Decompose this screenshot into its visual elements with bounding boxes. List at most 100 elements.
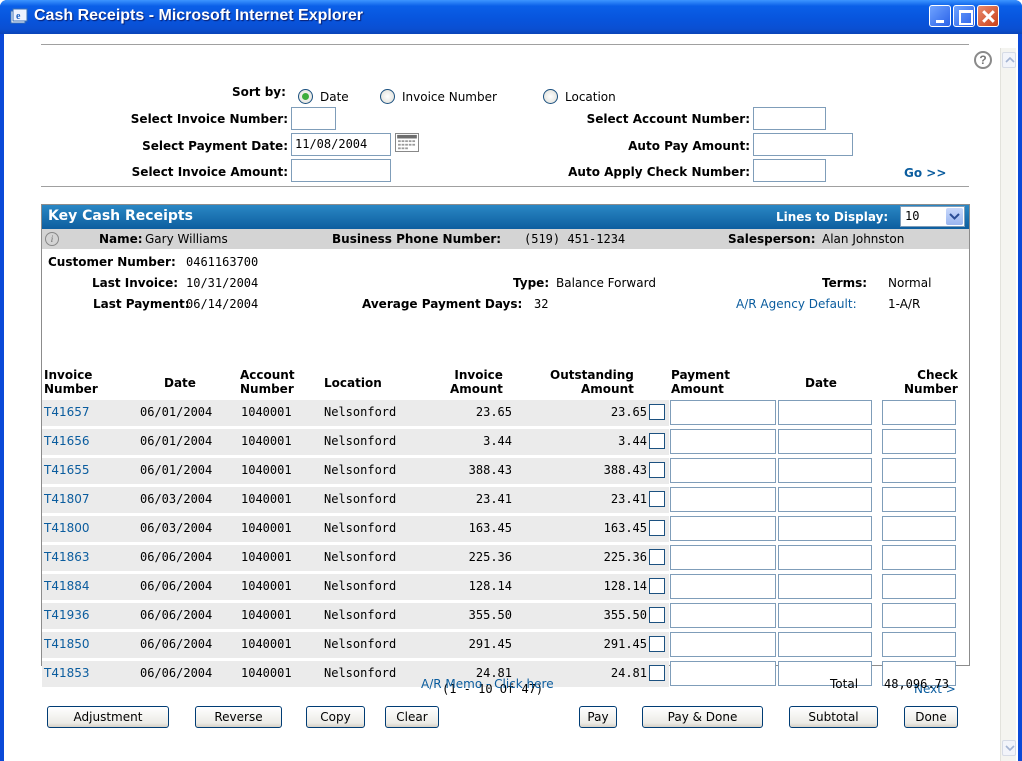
location: Nelsonford: [324, 608, 397, 622]
pay-in-full-checkbox[interactable]: [649, 636, 665, 652]
ar-memo-link[interactable]: A/R Memo - Click here: [421, 677, 554, 691]
payment-amount-input[interactable]: [670, 487, 776, 512]
invoice-number-link[interactable]: T41800: [44, 521, 90, 535]
invoice-number-link[interactable]: T41656: [44, 434, 90, 448]
outstanding-amount: 388.43: [603, 463, 647, 477]
reverse-button[interactable]: Reverse: [195, 706, 282, 728]
sort-date-radio[interactable]: [298, 89, 313, 104]
check-number-input[interactable]: [882, 429, 956, 454]
payment-amount-input[interactable]: [670, 574, 776, 599]
payment-amount-input[interactable]: [670, 545, 776, 570]
invoice-amount: 163.45: [468, 521, 512, 535]
panel-header: Key Cash Receipts Lines to Display: 10: [42, 205, 969, 229]
help-icon[interactable]: ?: [974, 51, 992, 69]
payment-date-input[interactable]: [778, 429, 872, 454]
payment-date-input[interactable]: [778, 400, 872, 425]
info-icon[interactable]: i: [45, 232, 59, 246]
payment-date-input[interactable]: 11/08/2004: [291, 133, 391, 156]
col-header-account-line2: Number: [240, 382, 294, 396]
invoice-amount-input[interactable]: [291, 159, 391, 182]
payment-date-input[interactable]: [778, 632, 872, 657]
payment-date-input[interactable]: [778, 574, 872, 599]
payment-date-input[interactable]: [778, 458, 872, 483]
invoice-number-link[interactable]: T41850: [44, 637, 90, 651]
chevron-down-icon[interactable]: [946, 208, 963, 225]
payment-amount-input[interactable]: [670, 429, 776, 454]
pay-in-full-checkbox[interactable]: [649, 433, 665, 449]
check-number-input[interactable]: [882, 516, 956, 541]
title-bar[interactable]: e Cash Receipts - Microsoft Internet Exp…: [0, 0, 1022, 34]
payment-date-input[interactable]: [778, 603, 872, 628]
table-row: T41884 06/06/2004 1040001 Nelsonford 128.14 1…: [42, 573, 969, 601]
invoice-number-link[interactable]: T41657: [44, 405, 90, 419]
last-payment-date: 06/14/2004: [186, 297, 259, 311]
maximize-button[interactable]: [953, 5, 975, 27]
check-number-input[interactable]: [882, 487, 956, 512]
table-row: T41800 06/03/2004 1040001 Nelsonford 163.45 1…: [42, 515, 969, 543]
minimize-button[interactable]: [929, 5, 951, 27]
pay-in-full-checkbox[interactable]: [649, 462, 665, 478]
check-number-input[interactable]: [882, 400, 956, 425]
scroll-up-arrow[interactable]: [1002, 52, 1016, 68]
invoice-number-link[interactable]: T41863: [44, 550, 90, 564]
pay-in-full-checkbox[interactable]: [649, 520, 665, 536]
pay-and-done-button[interactable]: Pay & Done: [642, 706, 763, 728]
account-number-input[interactable]: [753, 107, 826, 130]
table-row: T41807 06/03/2004 1040001 Nelsonford 23.41 23…: [42, 486, 969, 514]
payment-date-input[interactable]: [778, 545, 872, 570]
auto-pay-amount-input[interactable]: [753, 133, 853, 156]
calendar-icon[interactable]: [395, 133, 419, 152]
pay-in-full-checkbox[interactable]: [649, 491, 665, 507]
payment-amount-input[interactable]: [670, 632, 776, 657]
invoice-number-input[interactable]: [291, 107, 336, 130]
adjustment-button[interactable]: Adjustment: [47, 706, 169, 728]
close-button[interactable]: [977, 5, 999, 27]
subtotal-button[interactable]: Subtotal: [789, 706, 878, 728]
col-header-location: Location: [324, 376, 382, 390]
pay-in-full-checkbox[interactable]: [649, 607, 665, 623]
ar-agency-default-value: 1-A/R: [888, 297, 921, 311]
vertical-scrollbar[interactable]: [1000, 48, 1016, 761]
sort-invoice-number-label: Invoice Number: [402, 90, 497, 104]
col-header-invoice-line1: Invoice: [44, 368, 93, 382]
check-number-input[interactable]: [882, 458, 956, 483]
table-row: T41657 06/01/2004 1040001 Nelsonford 23.65 23…: [42, 399, 969, 427]
sort-invoice-number-radio[interactable]: [380, 89, 395, 104]
pay-in-full-checkbox[interactable]: [649, 578, 665, 594]
invoice-number-link[interactable]: T41807: [44, 492, 90, 506]
payment-date-input[interactable]: [778, 516, 872, 541]
check-number-input[interactable]: [882, 632, 956, 657]
sort-location-radio[interactable]: [543, 89, 558, 104]
invoice-date: 06/03/2004: [140, 521, 213, 535]
invoice-date: 06/01/2004: [140, 434, 213, 448]
pay-button[interactable]: Pay: [579, 706, 617, 728]
done-button[interactable]: Done: [904, 706, 958, 728]
payment-date-input[interactable]: [778, 487, 872, 512]
invoice-number-link[interactable]: T41936: [44, 608, 90, 622]
invoice-number-label: Select Invoice Number:: [130, 112, 288, 126]
payment-amount-input[interactable]: [670, 603, 776, 628]
payment-amount-input[interactable]: [670, 661, 776, 686]
check-number-input[interactable]: [882, 603, 956, 628]
col-header-account-number: Account Number: [240, 368, 295, 396]
auto-apply-check-input[interactable]: [753, 159, 826, 182]
pay-in-full-checkbox[interactable]: [649, 404, 665, 420]
scroll-down-arrow[interactable]: [1002, 740, 1016, 756]
invoice-number-link[interactable]: T41655: [44, 463, 90, 477]
invoice-number-link[interactable]: T41884: [44, 579, 90, 593]
pay-in-full-checkbox[interactable]: [649, 549, 665, 565]
copy-button[interactable]: Copy: [306, 706, 365, 728]
pay-in-full-checkbox[interactable]: [649, 665, 665, 681]
payment-amount-input[interactable]: [670, 400, 776, 425]
lines-to-display-select[interactable]: 10: [900, 206, 965, 227]
check-number-input[interactable]: [882, 574, 956, 599]
go-link[interactable]: Go >>: [904, 166, 946, 180]
invoice-number-link[interactable]: T41853: [44, 666, 90, 680]
clear-button[interactable]: Clear: [385, 706, 439, 728]
outstanding-amount: 291.45: [603, 637, 647, 651]
account-number: 1040001: [241, 434, 292, 448]
ar-agency-default-link[interactable]: A/R Agency Default:: [736, 297, 857, 311]
check-number-input[interactable]: [882, 545, 956, 570]
payment-amount-input[interactable]: [670, 516, 776, 541]
payment-amount-input[interactable]: [670, 458, 776, 483]
